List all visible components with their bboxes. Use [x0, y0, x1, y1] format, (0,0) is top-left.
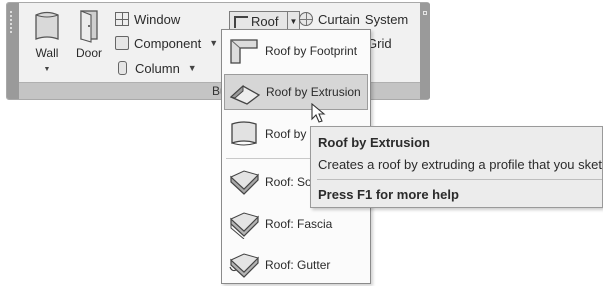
menu-item-roof-gutter[interactable]: Roof: Gutter [224, 247, 368, 283]
tooltip: Roof by Extrusion Creates a roof by extr… [310, 126, 603, 208]
door-button[interactable]: Door [73, 9, 105, 60]
window-icon [115, 12, 129, 26]
wall-icon [35, 11, 59, 40]
menu-item-roof-by-extrusion[interactable]: Roof by Extrusion [224, 74, 368, 110]
roof-soffit-icon [230, 170, 259, 195]
tooltip-description: Creates a roof by extruding a profile th… [318, 157, 603, 172]
wall-button[interactable]: Wall ▼ [31, 9, 63, 74]
component-label: Component [134, 35, 202, 51]
curtain-system-label: Curtain [318, 11, 360, 27]
window-label: Window [134, 11, 181, 27]
roof-face-icon [231, 121, 257, 146]
wall-label: Wall [35, 46, 59, 60]
curtain-system-icon [299, 12, 313, 26]
collapse-icon [423, 11, 427, 15]
menu-item-label: Roof by Footprint [265, 44, 358, 58]
roof-label: Roof [251, 14, 279, 29]
column-label: Column [135, 60, 180, 76]
menu-item-roof-by-footprint[interactable]: Roof by Footprint [224, 33, 368, 69]
panel-collapse-button[interactable] [420, 3, 430, 99]
roof-extrusion-icon [229, 84, 261, 105]
tooltip-title: Roof by Extrusion [318, 135, 430, 150]
tooltip-separator [317, 179, 602, 180]
menu-item-roof-fascia[interactable]: Roof: Fascia [224, 206, 368, 242]
menu-item-label: Roof: Fascia [265, 217, 333, 231]
column-icon [118, 61, 127, 75]
component-button[interactable]: Component ▼ [115, 33, 218, 53]
wall-dropdown-icon[interactable]: ▼ [44, 66, 51, 73]
roof-footprint-icon [230, 39, 258, 64]
tooltip-help: Press F1 for more help [318, 187, 459, 202]
curtain-system-button[interactable]: Curtain System [299, 9, 408, 29]
roof-gutter-icon [229, 253, 259, 278]
component-dropdown-icon[interactable]: ▼ [209, 38, 218, 48]
menu-item-label: Roof: Sof [265, 175, 316, 189]
component-icon [115, 36, 129, 50]
door-label: Door [75, 46, 102, 60]
panel-grip[interactable] [7, 3, 19, 99]
roof-fascia-icon [230, 212, 259, 239]
curtain-system-label-2: System [364, 11, 409, 27]
column-dropdown-icon[interactable]: ▼ [188, 63, 197, 73]
menu-item-label: Roof: Gutter [265, 258, 331, 272]
menu-item-label: Roof by Extrusion [266, 85, 361, 99]
window-button[interactable]: Window [115, 9, 180, 29]
column-button[interactable]: Column ▼ [115, 58, 197, 78]
roof-icon [234, 15, 248, 28]
door-icon [80, 10, 98, 43]
mouse-cursor-icon [311, 103, 326, 123]
